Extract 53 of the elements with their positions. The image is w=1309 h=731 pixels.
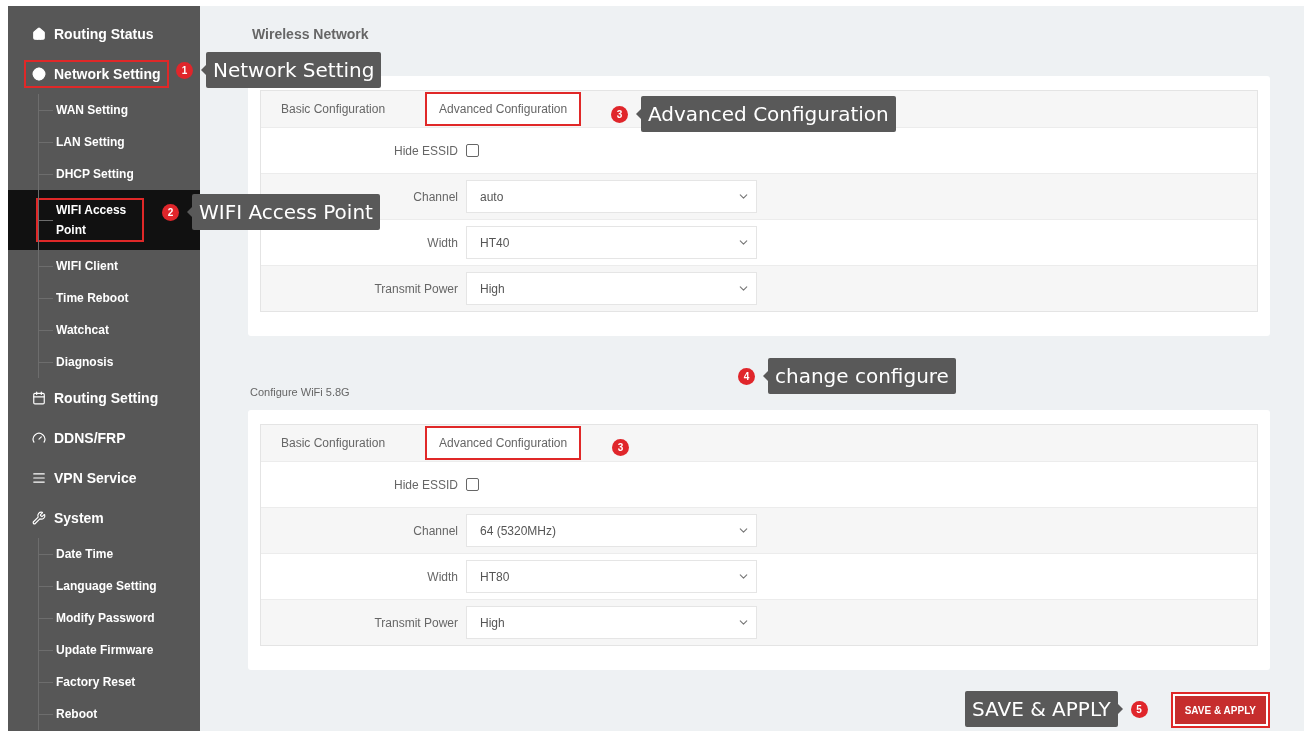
sidebar-item[interactable]: Routing Setting xyxy=(26,386,165,410)
callout-label: change configure xyxy=(763,358,956,394)
config-tab[interactable]: Basic Configuration xyxy=(281,428,398,458)
config-tab[interactable]: Advanced Configuration xyxy=(427,94,580,124)
page-title: Wireless Network xyxy=(252,26,369,42)
field-label: Hide ESSID xyxy=(392,477,458,492)
save-apply-button[interactable]: SAVE & APPLY xyxy=(1170,692,1270,728)
select-field[interactable]: High xyxy=(466,606,757,639)
config-tab[interactable]: Advanced Configuration xyxy=(427,428,580,458)
callout-label: Advanced Configuration xyxy=(636,96,896,132)
field-label: Channel xyxy=(412,523,458,538)
sidebar-subitem[interactable]: Diagnosis xyxy=(56,352,114,372)
home-icon xyxy=(32,27,46,41)
sidebar-subitem[interactable]: Modify Password xyxy=(56,608,155,628)
callout-label: SAVE & APPLY xyxy=(965,691,1123,727)
sidebar-subitem[interactable]: Time Reboot xyxy=(56,288,129,308)
calendar-icon xyxy=(32,391,46,405)
sidebar-item[interactable]: VPN Service xyxy=(26,466,143,490)
sidebar-subitem[interactable]: WAN Setting xyxy=(56,100,128,120)
sidebar-subitem[interactable]: Watchcat xyxy=(56,320,109,340)
config-tab[interactable]: Basic Configuration xyxy=(281,94,398,124)
sidebar-subitem[interactable]: Date Time xyxy=(56,544,114,564)
field-label: Width xyxy=(426,235,458,250)
sidebar-subitem[interactable]: Reboot xyxy=(56,704,98,724)
select-field[interactable]: 64 (5320MHz) xyxy=(466,514,757,547)
sidebar-subitem[interactable]: Factory Reset xyxy=(56,672,136,692)
field-label: Channel xyxy=(412,189,458,204)
sidebar-item[interactable]: Routing Status xyxy=(26,22,160,46)
select-field[interactable]: High xyxy=(466,272,757,305)
select-field[interactable]: HT40 xyxy=(466,226,757,259)
sidebar-subitem[interactable]: WIFI Access Point xyxy=(38,200,142,240)
sidebar-item[interactable]: Network Setting xyxy=(26,62,167,86)
sidebar-item[interactable]: System xyxy=(26,506,110,530)
tools-icon xyxy=(32,511,46,525)
field-label: Transmit Power xyxy=(373,615,458,630)
gauge-icon xyxy=(32,431,46,445)
field-label: Transmit Power xyxy=(373,281,458,296)
checkbox[interactable] xyxy=(466,478,479,491)
field-label: Hide ESSID xyxy=(392,143,458,158)
checkbox[interactable] xyxy=(466,144,479,157)
sidebar-subitem[interactable]: Update Firmware xyxy=(56,640,154,660)
sidebar-subitem[interactable]: Language Setting xyxy=(56,576,157,596)
sidebar-subitem[interactable]: DHCP Setting xyxy=(56,164,134,184)
callout-label: WIFI Access Point xyxy=(187,194,380,230)
select-field[interactable]: HT80 xyxy=(466,560,757,593)
select-field[interactable]: auto xyxy=(466,180,757,213)
sidebar-item[interactable]: DDNS/FRP xyxy=(26,426,132,450)
sidebar-subitem[interactable]: WIFI Client xyxy=(56,256,118,276)
field-label: Width xyxy=(426,569,458,584)
callout-label: Network Setting xyxy=(201,52,382,88)
list-icon xyxy=(32,471,46,485)
sidebar-subitem[interactable]: LAN Setting xyxy=(56,132,125,152)
section-heading: Configure WiFi 5.8G xyxy=(250,386,351,398)
